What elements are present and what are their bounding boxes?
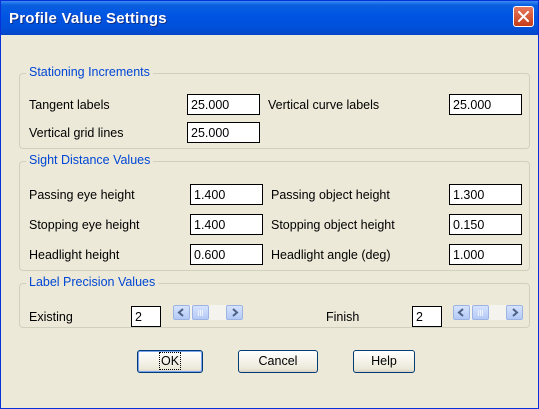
ok-button[interactable]: OK bbox=[137, 350, 203, 373]
stopping-object-height-input[interactable] bbox=[449, 214, 522, 235]
tangent-labels-label: Tangent labels bbox=[29, 98, 110, 112]
passing-eye-height-input[interactable] bbox=[190, 184, 263, 205]
existing-decrease-button[interactable] bbox=[173, 305, 190, 320]
finish-scroll-thumb[interactable] bbox=[472, 305, 489, 320]
finish-label: Finish bbox=[326, 310, 360, 324]
stopping-eye-height-input[interactable] bbox=[190, 214, 263, 235]
title-bar[interactable]: Profile Value Settings bbox=[1, 1, 538, 35]
stopping-eye-height-label: Stopping eye height bbox=[29, 218, 140, 232]
headlight-angle-input[interactable] bbox=[449, 244, 522, 265]
finish-increase-button[interactable] bbox=[506, 305, 523, 320]
existing-precision-scrollbar[interactable] bbox=[173, 305, 243, 320]
existing-increase-button[interactable] bbox=[226, 305, 243, 320]
vertical-grid-lines-label: Vertical grid lines bbox=[29, 126, 124, 140]
help-button-label: Help bbox=[371, 354, 397, 368]
stopping-object-height-label: Stopping object height bbox=[271, 218, 395, 232]
finish-decrease-button[interactable] bbox=[453, 305, 470, 320]
passing-object-height-input[interactable] bbox=[449, 184, 522, 205]
finish-precision-scrollbar[interactable] bbox=[453, 305, 523, 320]
help-button[interactable]: Help bbox=[353, 350, 415, 373]
profile-value-settings-dialog: Profile Value Settings Stationing Increm… bbox=[0, 0, 539, 409]
close-icon bbox=[518, 11, 529, 22]
vertical-curve-labels-input[interactable] bbox=[449, 94, 522, 115]
ok-button-label: OK bbox=[158, 352, 182, 370]
stationing-increments-legend: Stationing Increments bbox=[26, 65, 153, 79]
passing-object-height-label: Passing object height bbox=[271, 188, 390, 202]
finish-precision-input[interactable] bbox=[412, 306, 442, 327]
arrow-left-icon bbox=[177, 308, 184, 317]
headlight-height-label: Headlight height bbox=[29, 248, 120, 262]
vertical-curve-labels-label: Vertical curve labels bbox=[268, 98, 380, 112]
existing-scroll-thumb[interactable] bbox=[192, 305, 209, 320]
vertical-grid-lines-input[interactable] bbox=[187, 122, 260, 143]
cancel-button[interactable]: Cancel bbox=[238, 350, 318, 373]
window-title: Profile Value Settings bbox=[9, 10, 167, 27]
tangent-labels-input[interactable] bbox=[187, 94, 260, 115]
passing-eye-height-label: Passing eye height bbox=[29, 188, 135, 202]
cancel-button-label: Cancel bbox=[258, 354, 298, 368]
headlight-angle-label: Headlight angle (deg) bbox=[271, 248, 391, 262]
headlight-height-input[interactable] bbox=[190, 244, 263, 265]
arrow-right-icon bbox=[232, 308, 239, 317]
existing-label: Existing bbox=[29, 310, 73, 324]
existing-precision-input[interactable] bbox=[131, 306, 161, 327]
label-precision-values-legend: Label Precision Values bbox=[26, 275, 159, 289]
arrow-left-icon bbox=[457, 308, 464, 317]
sight-distance-values-legend: Sight Distance Values bbox=[26, 153, 154, 167]
close-button[interactable] bbox=[513, 6, 534, 27]
arrow-right-icon bbox=[512, 308, 519, 317]
